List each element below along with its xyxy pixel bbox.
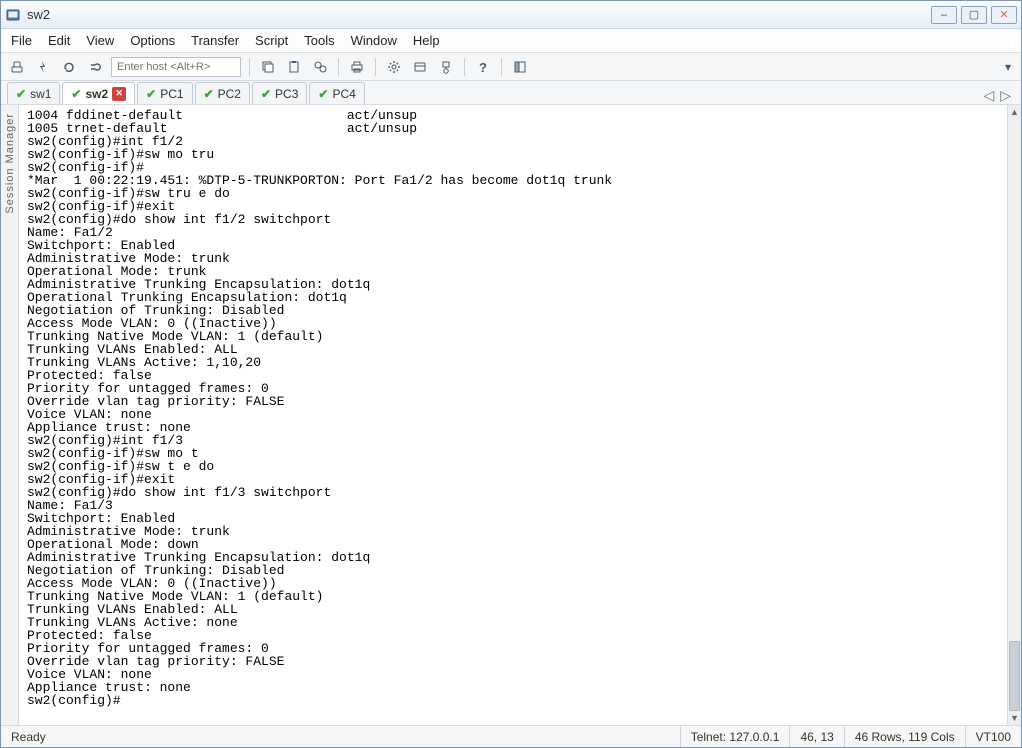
tab-label: PC4: [332, 87, 355, 101]
tab-pc3[interactable]: ✔ PC3: [252, 82, 307, 104]
menu-file[interactable]: File: [11, 33, 32, 48]
quick-connect-icon[interactable]: [33, 57, 53, 77]
check-icon: ✔: [16, 87, 26, 101]
toggle-pane-icon[interactable]: [510, 57, 530, 77]
tab-nav: ◁ ▷: [983, 87, 1015, 104]
disconnect-icon[interactable]: [85, 57, 105, 77]
separator: [338, 58, 339, 76]
find-icon[interactable]: [310, 57, 330, 77]
separator: [501, 58, 502, 76]
menu-tools[interactable]: Tools: [304, 33, 334, 48]
separator: [249, 58, 250, 76]
check-icon: ✔: [146, 87, 156, 101]
status-dimensions: 46 Rows, 119 Cols: [845, 726, 966, 747]
menu-edit[interactable]: Edit: [48, 33, 70, 48]
scroll-up-icon[interactable]: ▲: [1008, 105, 1021, 119]
minimize-button[interactable]: –: [931, 6, 957, 24]
menu-script[interactable]: Script: [255, 33, 288, 48]
tab-next-icon[interactable]: ▷: [1000, 87, 1011, 104]
host-input[interactable]: [111, 57, 241, 77]
close-button[interactable]: ✕: [991, 6, 1017, 24]
tab-label: sw1: [30, 87, 51, 101]
print-icon[interactable]: [347, 57, 367, 77]
reconnect-icon[interactable]: [59, 57, 79, 77]
status-cursor-pos: 46, 13: [790, 726, 844, 747]
paste-icon[interactable]: [284, 57, 304, 77]
app-window: sw2 – ▢ ✕ File Edit View Options Transfe…: [0, 0, 1022, 748]
menu-options[interactable]: Options: [130, 33, 175, 48]
tab-sw2[interactable]: ✔ sw2 ✕: [62, 82, 135, 104]
copy-icon[interactable]: [258, 57, 278, 77]
toolbar-overflow-icon[interactable]: ▾: [1001, 57, 1015, 77]
tab-pc1[interactable]: ✔ PC1: [137, 82, 192, 104]
check-icon: ✔: [318, 87, 328, 101]
tab-label: PC3: [275, 87, 298, 101]
tab-label: PC1: [160, 87, 183, 101]
scroll-track[interactable]: [1008, 119, 1021, 711]
titlebar: sw2 – ▢ ✕: [1, 1, 1021, 29]
keymap-icon[interactable]: [436, 57, 456, 77]
menu-transfer[interactable]: Transfer: [191, 33, 239, 48]
menu-window[interactable]: Window: [351, 33, 397, 48]
terminal-output[interactable]: 1004 fddinet-default act/unsup 1005 trne…: [19, 105, 1007, 725]
tabbar: ✔ sw1 ✔ sw2 ✕ ✔ PC1 ✔ PC2 ✔ PC3 ✔ PC4 ◁ ▷: [1, 81, 1021, 105]
status-ready: Ready: [1, 726, 681, 747]
status-connection: Telnet: 127.0.0.1: [681, 726, 791, 747]
profile-icon[interactable]: [7, 57, 27, 77]
settings-icon[interactable]: [384, 57, 404, 77]
tab-pc4[interactable]: ✔ PC4: [309, 82, 364, 104]
check-icon: ✔: [261, 87, 271, 101]
check-icon: ✔: [204, 87, 214, 101]
separator: [375, 58, 376, 76]
statusbar: Ready Telnet: 127.0.0.1 46, 13 46 Rows, …: [1, 725, 1021, 747]
terminal-wrap: 1004 fddinet-default act/unsup 1005 trne…: [19, 105, 1021, 725]
window-controls: – ▢ ✕: [931, 6, 1017, 24]
tab-prev-icon[interactable]: ◁: [983, 87, 994, 104]
tab-pc2[interactable]: ✔ PC2: [195, 82, 250, 104]
scroll-down-icon[interactable]: ▼: [1008, 711, 1021, 725]
check-icon: ✔: [71, 87, 81, 101]
svg-text:?: ?: [479, 60, 487, 74]
menubar: File Edit View Options Transfer Script T…: [1, 29, 1021, 53]
tab-label: sw2: [85, 87, 108, 101]
tab-label: PC2: [218, 87, 241, 101]
window-title: sw2: [27, 7, 931, 22]
menu-help[interactable]: Help: [413, 33, 440, 48]
sidebar-label: Session Manager: [4, 113, 16, 214]
help-icon[interactable]: ?: [473, 57, 493, 77]
scroll-thumb[interactable]: [1009, 641, 1020, 711]
tab-sw1[interactable]: ✔ sw1: [7, 82, 60, 104]
toolbar: ? ▾: [1, 53, 1021, 81]
vertical-scrollbar[interactable]: ▲ ▼: [1007, 105, 1021, 725]
session-options-icon[interactable]: [410, 57, 430, 77]
tab-close-icon[interactable]: ✕: [112, 87, 126, 101]
maximize-button[interactable]: ▢: [961, 6, 987, 24]
status-term-type: VT100: [966, 726, 1021, 747]
main-area: Session Manager 1004 fddinet-default act…: [1, 105, 1021, 725]
session-manager-sidebar[interactable]: Session Manager: [1, 105, 19, 725]
menu-view[interactable]: View: [86, 33, 114, 48]
separator: [464, 58, 465, 76]
app-icon: [5, 7, 21, 23]
